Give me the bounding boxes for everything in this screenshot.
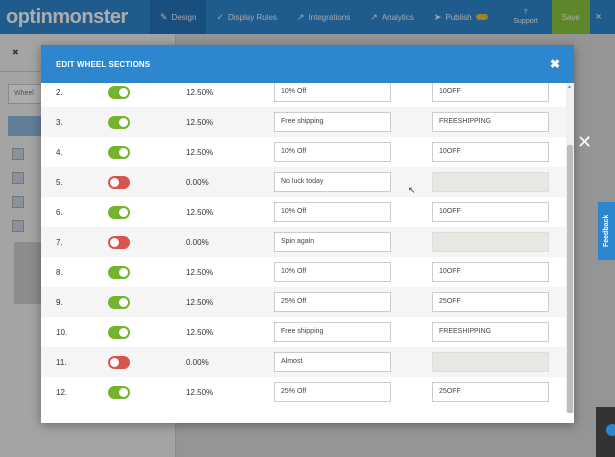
toggle-knob bbox=[119, 327, 128, 337]
close-icon[interactable]: ✖ bbox=[550, 57, 560, 71]
section-coupon-code-input[interactable]: 10OFF bbox=[432, 262, 549, 282]
section-enabled-toggle[interactable] bbox=[108, 235, 130, 249]
section-label-input[interactable]: 10% Off bbox=[274, 142, 391, 162]
section-number: 10. bbox=[56, 327, 68, 337]
toggle-knob bbox=[110, 357, 119, 367]
section-coupon-code-input[interactable]: 10OFF bbox=[432, 142, 549, 162]
section-coupon-code-input[interactable]: FREESHIPPING bbox=[432, 112, 549, 132]
section-enabled-toggle[interactable] bbox=[108, 145, 130, 159]
feedback-tab[interactable]: Feedback bbox=[598, 202, 615, 260]
section-percent: 12.50% bbox=[186, 267, 214, 277]
section-percent: 12.50% bbox=[186, 387, 214, 397]
section-coupon-code-input bbox=[432, 172, 549, 192]
section-number: 7. bbox=[56, 237, 63, 247]
section-number: 2. bbox=[56, 87, 63, 97]
close-icon[interactable]: ✕ bbox=[577, 132, 592, 153]
section-row: 6. 12.50% 10% Off 10OFF bbox=[41, 197, 566, 227]
section-percent: 12.50% bbox=[186, 117, 214, 127]
toggle-knob bbox=[119, 147, 128, 157]
section-row: 2. 12.50% 10% Off 10OFF bbox=[41, 83, 566, 107]
section-enabled-toggle[interactable] bbox=[108, 325, 130, 339]
section-enabled-toggle[interactable] bbox=[108, 385, 130, 399]
toggle-knob bbox=[119, 267, 128, 277]
section-label-input[interactable]: Free shipping bbox=[274, 322, 391, 342]
section-label-input[interactable]: Spin again bbox=[274, 232, 391, 252]
section-percent: 12.50% bbox=[186, 327, 214, 337]
toggle-knob bbox=[119, 207, 128, 217]
section-coupon-code-input[interactable]: FREESHIPPING bbox=[432, 322, 549, 342]
toggle-knob bbox=[110, 177, 119, 187]
section-enabled-toggle[interactable] bbox=[108, 115, 130, 129]
section-enabled-toggle[interactable] bbox=[108, 295, 130, 309]
section-label-input[interactable]: Free shipping bbox=[274, 112, 391, 132]
section-enabled-toggle[interactable] bbox=[108, 265, 130, 279]
section-percent: 12.50% bbox=[186, 207, 214, 217]
section-enabled-toggle[interactable] bbox=[108, 85, 130, 99]
section-coupon-code-input[interactable]: 10OFF bbox=[432, 83, 549, 102]
section-label-input[interactable]: 10% Off bbox=[274, 262, 391, 282]
section-percent: 0.00% bbox=[186, 357, 209, 367]
section-label-input[interactable]: 25% Off bbox=[274, 292, 391, 312]
section-number: 12. bbox=[56, 387, 68, 397]
section-percent: 12.50% bbox=[186, 87, 214, 97]
section-label-input[interactable]: 10% Off bbox=[274, 83, 391, 102]
sections-list: 2. 12.50% 10% Off 10OFF 3. 12.50% Free shippin… bbox=[41, 83, 574, 413]
section-number: 11. bbox=[56, 357, 67, 367]
toggle-knob bbox=[119, 87, 128, 97]
section-row: 12. 12.50% 25% Off 25OFF bbox=[41, 377, 566, 407]
section-enabled-toggle[interactable] bbox=[108, 175, 130, 189]
section-row: 5. 0.00% No luck today bbox=[41, 167, 566, 197]
section-number: 5. bbox=[56, 177, 63, 187]
section-label-input[interactable]: 10% Off bbox=[274, 202, 391, 222]
section-enabled-toggle[interactable] bbox=[108, 355, 130, 369]
section-label-input[interactable]: Almost bbox=[274, 352, 391, 372]
toggle-knob bbox=[119, 117, 128, 127]
section-percent: 12.50% bbox=[186, 147, 214, 157]
section-row: 7. 0.00% Spin again bbox=[41, 227, 566, 257]
section-row: 4. 12.50% 10% Off 10OFF bbox=[41, 137, 566, 167]
section-percent: 12.50% bbox=[186, 297, 214, 307]
edit-wheel-sections-modal: EDIT WHEEL SECTIONS ✖ 2. 12.50% 10% Off 10O… bbox=[41, 45, 574, 423]
section-coupon-code-input bbox=[432, 352, 549, 372]
modal-header: EDIT WHEEL SECTIONS ✖ bbox=[41, 45, 574, 83]
scrollbar[interactable]: ▲ bbox=[566, 83, 574, 413]
section-label-input[interactable]: 25% Off bbox=[274, 382, 391, 402]
section-label-input[interactable]: No luck today bbox=[274, 172, 391, 192]
section-row: 3. 12.50% Free shipping FREESHIPPING bbox=[41, 107, 566, 137]
chat-icon[interactable] bbox=[606, 424, 615, 436]
toggle-knob bbox=[119, 387, 128, 397]
section-number: 9. bbox=[56, 297, 63, 307]
toggle-knob bbox=[119, 297, 128, 307]
scrollbar-thumb[interactable] bbox=[567, 145, 573, 413]
section-number: 3. bbox=[56, 117, 63, 127]
section-number: 6. bbox=[56, 207, 63, 217]
section-number: 4. bbox=[56, 147, 63, 157]
section-percent: 0.00% bbox=[186, 237, 209, 247]
section-row: 9. 12.50% 25% Off 25OFF bbox=[41, 287, 566, 317]
section-row: 11. 0.00% Almost bbox=[41, 347, 566, 377]
section-row: 8. 12.50% 10% Off 10OFF bbox=[41, 257, 566, 287]
scroll-up-icon[interactable]: ▲ bbox=[567, 84, 572, 90]
section-number: 8. bbox=[56, 267, 63, 277]
section-percent: 0.00% bbox=[186, 177, 209, 187]
section-coupon-code-input bbox=[432, 232, 549, 252]
section-coupon-code-input[interactable]: 10OFF bbox=[432, 202, 549, 222]
mouse-cursor-icon: ↖ bbox=[408, 185, 416, 195]
section-coupon-code-input[interactable]: 25OFF bbox=[432, 382, 549, 402]
section-row: 10. 12.50% Free shipping FREESHIPPING bbox=[41, 317, 566, 347]
modal-title: EDIT WHEEL SECTIONS bbox=[56, 59, 151, 69]
section-coupon-code-input[interactable]: 25OFF bbox=[432, 292, 549, 312]
section-enabled-toggle[interactable] bbox=[108, 205, 130, 219]
toggle-knob bbox=[110, 237, 119, 247]
